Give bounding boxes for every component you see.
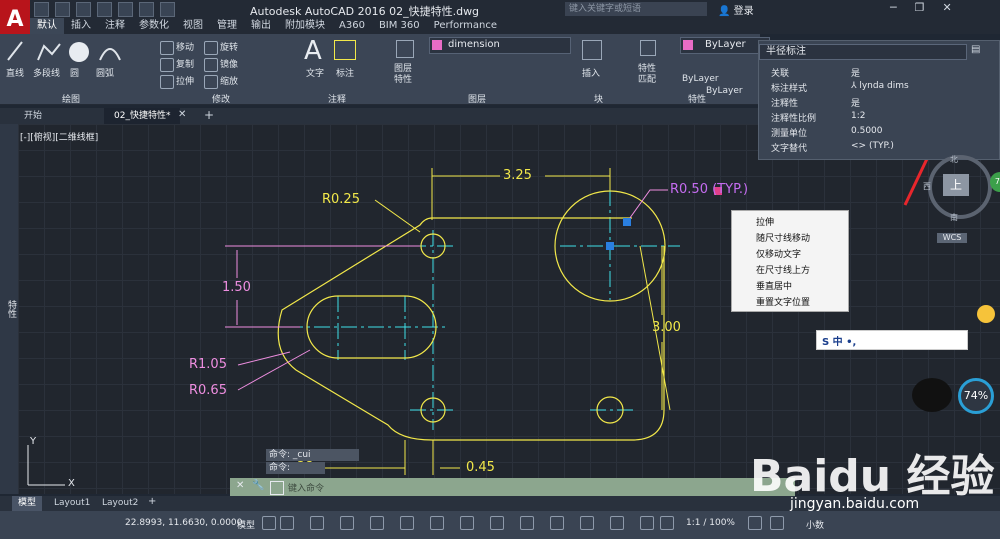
polar-icon[interactable] — [340, 516, 354, 530]
cpu-badge-large: 74% — [958, 378, 994, 414]
gizmo-icon[interactable] — [610, 516, 624, 530]
command-prompt-icon[interactable] — [270, 481, 284, 495]
coordinate-readout[interactable]: 22.8993, 11.6630, 0.0000 — [125, 518, 242, 528]
ucs-icon — [27, 445, 65, 486]
grip-context-menu: 拉伸 随尺寸线移动 仅移动文字 在尺寸线上方 垂直居中 重置文字位置 — [731, 210, 849, 312]
yellow-dimensions — [325, 168, 671, 475]
transparency-icon[interactable] — [460, 516, 474, 530]
quick-properties-panel: 半径标注 ▤ 关联是 标注样式 ⅄ lynda dims 注释性是 注释性比例 1:… — [758, 40, 1000, 160]
model-space-button[interactable]: 模型 — [237, 518, 255, 531]
menu-item-move-with-dim-line[interactable]: 随尺寸线移动 — [756, 231, 810, 244]
dim-r050-text[interactable]: R0.50 (TYP.) — [670, 182, 748, 197]
ucs-y-label: Y — [30, 436, 37, 447]
command-input[interactable]: 键入命令 — [288, 481, 324, 494]
tab-model[interactable]: 模型 — [12, 496, 43, 511]
part-outline — [277, 190, 666, 441]
command-history-line: 命令: _cui — [266, 449, 359, 461]
ucs-x-label: X — [68, 478, 75, 489]
dim-r025-text[interactable]: R0.25 — [322, 192, 360, 207]
viewcube-north[interactable]: 北 — [950, 154, 958, 165]
dim-left-text[interactable]: 1.50 — [222, 280, 251, 295]
menu-item-stretch[interactable]: 拉伸 — [756, 215, 774, 228]
wrench-icon[interactable]: 🔧 — [252, 480, 264, 491]
qp-row[interactable]: 文字替代 <> (TYP.) — [767, 141, 987, 155]
penguin-mascot-icon — [912, 378, 952, 412]
units-dropdown[interactable]: 小数 — [806, 518, 824, 531]
qp-row[interactable]: 注释性是 — [767, 96, 987, 110]
qp-row[interactable]: 注释性比例 1:2 — [767, 111, 987, 125]
osnap-icon[interactable] — [370, 516, 384, 530]
pink-dimensions — [225, 189, 668, 391]
menu-item-move-text-only[interactable]: 仅移动文字 — [756, 247, 801, 260]
outer-profile — [277, 217, 665, 441]
dynamic-ucs-icon[interactable] — [550, 516, 564, 530]
qp-customize-icon[interactable]: ▤ — [971, 44, 980, 55]
tab-layout1[interactable]: Layout1 — [48, 496, 96, 511]
lightbulb-icon[interactable] — [977, 305, 995, 323]
annotation-scale[interactable]: 1:1 / 100% — [686, 518, 735, 528]
lineweight-icon[interactable] — [430, 516, 444, 530]
auto-scale-icon[interactable] — [660, 516, 674, 530]
grip-point-selected — [623, 218, 631, 226]
close-command-icon[interactable]: ✕ — [236, 480, 244, 491]
ortho-icon[interactable] — [310, 516, 324, 530]
dim-r105-text[interactable]: R1.05 — [189, 357, 227, 372]
viewcube-west[interactable]: 西 — [923, 181, 931, 192]
qp-row[interactable]: 测量单位 0.5000 — [767, 126, 987, 140]
baidu-watermark-site: jingyan.baidu.com — [790, 496, 920, 512]
menu-item-reset-text-position[interactable]: 重置文字位置 — [756, 295, 810, 308]
dim-bottom-text[interactable]: 0.45 — [466, 460, 495, 475]
dim-right-text[interactable]: 3.00 — [652, 320, 681, 335]
dim-r065-text[interactable]: R0.65 — [189, 383, 227, 398]
baidu-watermark: Baidu 经验 — [750, 451, 995, 502]
viewcube-south[interactable]: 南 — [950, 212, 958, 223]
selection-cycling-icon[interactable] — [490, 516, 504, 530]
3d-osnap-icon[interactable] — [520, 516, 534, 530]
otrack-icon[interactable] — [400, 516, 414, 530]
add-layout-icon[interactable]: + — [148, 496, 156, 507]
tab-layout2[interactable]: Layout2 — [96, 496, 144, 511]
ime-label[interactable]: S 中 •, — [822, 333, 856, 348]
center-lines — [260, 190, 680, 430]
workspace-gear-icon[interactable] — [748, 516, 762, 530]
snap-icon[interactable] — [280, 516, 294, 530]
viewcube-top-face[interactable]: 上 — [943, 174, 969, 196]
menu-item-center-vertically[interactable]: 垂直居中 — [756, 279, 792, 292]
command-history-line: 命令: — [266, 462, 325, 474]
grid-icon[interactable] — [262, 516, 276, 530]
grip-point-center — [606, 242, 614, 250]
wcs-dropdown[interactable]: WCS — [937, 233, 967, 243]
selection-filter-icon[interactable] — [580, 516, 594, 530]
dim-top-text[interactable]: 3.25 — [503, 168, 532, 183]
qp-row[interactable]: 标注样式 ⅄ lynda dims — [767, 81, 987, 95]
qp-row[interactable]: 关联是 — [767, 66, 987, 80]
menu-item-above-dim-line[interactable]: 在尺寸线上方 — [756, 263, 810, 276]
annotation-visibility-icon[interactable] — [640, 516, 654, 530]
qp-object-type-dropdown[interactable]: 半径标注 — [759, 44, 967, 60]
annotation-monitor-icon[interactable] — [770, 516, 784, 530]
